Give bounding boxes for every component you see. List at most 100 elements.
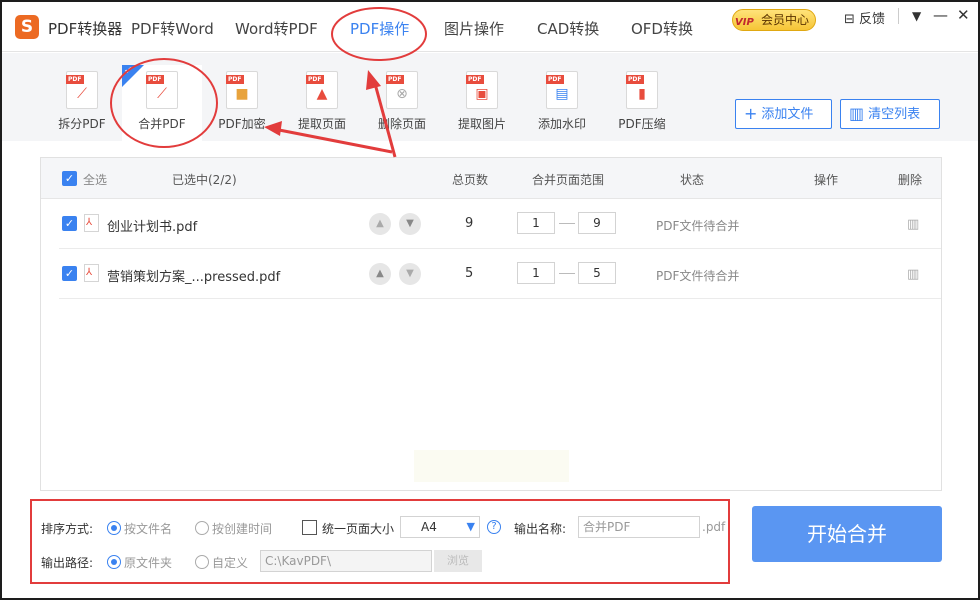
- nav-divider: [898, 8, 899, 24]
- table-header: ✓ 全选 已选中(2/2) 总页数 合并页面范围 状态 操作 删除: [41, 158, 941, 199]
- delete-row-icon[interactable]: ▥: [907, 218, 921, 232]
- pdf-file-icon: ⅄: [84, 264, 99, 282]
- merge-pdf-icon: PDF ⟋: [146, 71, 178, 109]
- page-count: 9: [465, 216, 474, 231]
- feedback-label: 反馈: [859, 12, 886, 27]
- app-window: S PDF转换器 PDF转Word Word转PDF PDF操作 图片操作 CA…: [0, 0, 980, 600]
- move-up-icon[interactable]: ▲: [369, 213, 391, 235]
- tab-pdf-operations[interactable]: PDF操作: [350, 18, 409, 39]
- tool-add-watermark[interactable]: PDF ▤ 添加水印: [522, 71, 602, 132]
- tool-label: 删除页面: [377, 117, 426, 131]
- browse-button[interactable]: 浏览: [434, 550, 482, 572]
- feedback-button[interactable]: ⊟ 反馈: [844, 8, 885, 27]
- sort-by-time-radio[interactable]: [195, 521, 209, 535]
- path-custom-label: 自定义: [212, 556, 249, 570]
- range-start-input[interactable]: 1: [517, 212, 555, 234]
- tab-pdf-to-word[interactable]: PDF转Word: [131, 18, 214, 39]
- uniform-size-label: 统一页面大小: [322, 522, 395, 536]
- range-end-input[interactable]: 5: [578, 262, 616, 284]
- path-custom-radio[interactable]: [195, 555, 209, 569]
- tool-label: PDF加密: [218, 117, 266, 131]
- extract-pages-icon: PDF ▲: [306, 71, 338, 109]
- page-size-select[interactable]: A4 ▼: [400, 516, 480, 538]
- clear-list-button[interactable]: ▥ 清空列表: [840, 99, 940, 129]
- select-all-checkbox[interactable]: ✓: [62, 171, 77, 186]
- page-count: 5: [465, 266, 474, 281]
- tool-label: 拆分PDF: [58, 117, 106, 131]
- tool-extract-pages[interactable]: PDF ▲ 提取页面: [282, 71, 362, 132]
- tool-label: 提取页面: [297, 117, 346, 131]
- tool-delete-pages[interactable]: PDF ⊗ 删除页面: [362, 71, 442, 132]
- plus-icon: +: [744, 104, 758, 123]
- minimize-icon[interactable]: —: [933, 6, 948, 24]
- vip-crown-icon: VIP: [735, 17, 754, 28]
- compress-pdf-icon: PDF ▮: [626, 71, 658, 109]
- add-file-label: 添加文件: [761, 107, 814, 122]
- range-dash: [559, 273, 575, 274]
- tab-cad-convert[interactable]: CAD转换: [537, 18, 599, 39]
- row-checkbox[interactable]: ✓: [62, 216, 77, 231]
- header-page-range: 合并页面范围: [532, 173, 605, 187]
- file-status: PDF文件待合并: [656, 219, 740, 233]
- tool-extract-images[interactable]: PDF ▣ 提取图片: [442, 71, 522, 132]
- header-total-pages: 总页数: [452, 173, 489, 187]
- faded-watermark: [414, 450, 569, 482]
- table-row: ✓ ⅄ 营销策划方案_...pressed.pdf ▲ ▼ 5 1 5 PDF文…: [59, 249, 941, 299]
- range-dash: [559, 223, 575, 224]
- watermark-icon: PDF ▤: [546, 71, 578, 109]
- sort-by-name-radio[interactable]: [107, 521, 121, 535]
- top-navigation-bar: S PDF转换器 PDF转Word Word转PDF PDF操作 图片操作 CA…: [2, 2, 978, 52]
- tab-word-to-pdf[interactable]: Word转PDF: [235, 18, 318, 39]
- header-actions: 操作: [814, 173, 839, 187]
- tool-split-pdf[interactable]: PDF ⟋ 拆分PDF: [42, 71, 122, 132]
- add-file-button[interactable]: + 添加文件: [735, 99, 832, 129]
- tool-encrypt-pdf[interactable]: PDF ■ PDF加密: [202, 71, 282, 132]
- tool-label: 提取图片: [457, 117, 506, 131]
- delete-row-icon[interactable]: ▥: [907, 268, 921, 282]
- output-name-label: 输出名称:: [514, 522, 567, 536]
- path-original-radio[interactable]: [107, 555, 121, 569]
- close-icon[interactable]: ✕: [957, 6, 970, 24]
- start-merge-button[interactable]: 开始合并: [752, 506, 942, 562]
- tool-merge-pdf[interactable]: ✔ PDF ⟋ 合并PDF: [122, 64, 202, 145]
- path-original-label: 原文件夹: [124, 556, 173, 570]
- row-checkbox[interactable]: ✓: [62, 266, 77, 281]
- split-pdf-icon: PDF ⟋: [66, 71, 98, 109]
- pdf-tools-toolbar: PDF ⟋ 拆分PDF ✔ PDF ⟋ 合并PDF PDF ■ PDF加密 PDF ▲ …: [2, 53, 978, 145]
- pdf-file-icon: ⅄: [84, 214, 99, 232]
- move-down-icon[interactable]: ▼: [399, 263, 421, 285]
- tool-label: PDF压缩: [618, 117, 666, 131]
- header-delete: 删除: [898, 173, 923, 187]
- output-path-label: 输出路径:: [41, 556, 94, 570]
- uniform-size-checkbox[interactable]: [302, 520, 317, 535]
- tab-image-operations[interactable]: 图片操作: [444, 18, 504, 39]
- help-icon[interactable]: ?: [487, 520, 501, 534]
- range-start-input[interactable]: 1: [517, 262, 555, 284]
- sort-by-time-label: 按创建时间: [212, 522, 273, 536]
- move-down-icon[interactable]: ▼: [399, 213, 421, 235]
- range-end-input[interactable]: 9: [578, 212, 616, 234]
- file-list-table: ✓ 全选 已选中(2/2) 总页数 合并页面范围 状态 操作 删除 ✓ ⅄ 创业…: [40, 157, 942, 491]
- tool-compress-pdf[interactable]: PDF ▮ PDF压缩: [602, 71, 682, 132]
- header-status: 状态: [680, 173, 705, 187]
- encrypt-pdf-icon: PDF ■: [226, 71, 258, 109]
- select-all-label: 全选: [83, 173, 108, 187]
- output-ext: .pdf: [702, 520, 726, 534]
- merge-settings-panel: 排序方式: 按文件名 按创建时间 统一页面大小 A4 ▼ ? 输出名称: 合并P…: [30, 499, 730, 584]
- page-size-value: A4: [421, 520, 437, 534]
- sort-by-name-label: 按文件名: [124, 522, 173, 536]
- output-name-input[interactable]: 合并PDF: [578, 516, 700, 538]
- tool-label: 添加水印: [537, 117, 586, 131]
- selected-count: 已选中(2/2): [172, 173, 237, 187]
- menu-icon[interactable]: ▼: [912, 9, 921, 23]
- move-up-icon[interactable]: ▲: [369, 263, 391, 285]
- vip-center-button[interactable]: VIP 会员中心: [732, 9, 816, 31]
- app-logo-icon: S: [15, 15, 39, 39]
- feedback-icon: ⊟: [844, 12, 855, 27]
- chevron-down-icon: ▼: [466, 520, 475, 533]
- output-path-input[interactable]: C:\KavPDF\: [260, 550, 432, 572]
- file-name: 营销策划方案_...pressed.pdf: [107, 270, 281, 285]
- delete-pages-icon: PDF ⊗: [386, 71, 418, 109]
- tab-ofd-convert[interactable]: OFD转换: [631, 18, 693, 39]
- trash-icon: ▥: [849, 104, 865, 123]
